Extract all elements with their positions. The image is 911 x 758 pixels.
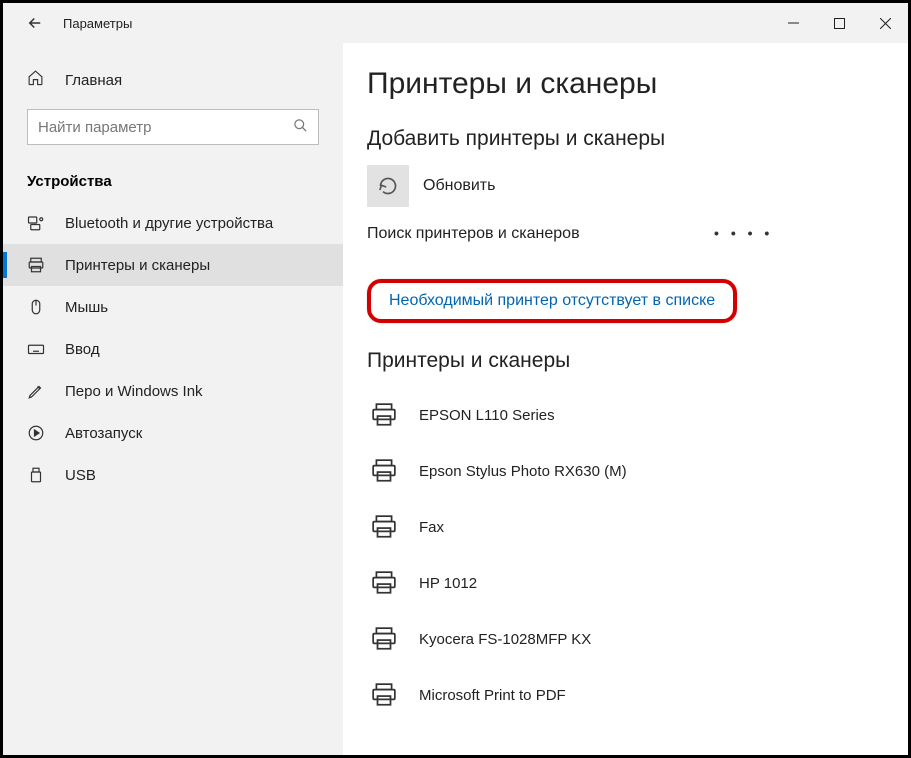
list-item[interactable]: HP 1012	[367, 555, 872, 611]
settings-window: Параметры Главная Найти параметр	[0, 0, 911, 758]
sidebar-item-usb[interactable]: USB	[3, 454, 343, 496]
list-item[interactable]: EPSON L110 Series	[367, 387, 872, 443]
status-text: Поиск принтеров и сканеров	[367, 225, 580, 242]
refresh-label: Обновить	[423, 177, 495, 195]
refresh-row: Обновить	[367, 165, 872, 207]
printer-icon	[367, 400, 401, 430]
sidebar-item-label: Принтеры и сканеры	[65, 257, 210, 274]
back-button[interactable]	[15, 3, 55, 43]
keyboard-icon	[27, 340, 47, 358]
list-item[interactable]: Microsoft Print to PDF	[367, 667, 872, 723]
mouse-icon	[27, 298, 47, 316]
pen-icon	[27, 382, 47, 400]
content: Принтеры и сканеры Добавить принтеры и с…	[343, 43, 908, 755]
close-button[interactable]	[862, 3, 908, 43]
printer-name: EPSON L110 Series	[419, 407, 555, 424]
search-status: Поиск принтеров и сканеров • • • •	[367, 225, 872, 243]
printer-name: Epson Stylus Photo RX630 (M)	[419, 463, 627, 480]
search-input[interactable]: Найти параметр	[27, 109, 319, 145]
printers-section-title: Принтеры и сканеры	[367, 349, 872, 373]
printers-list: EPSON L110 Series Epson Stylus Photo RX6…	[367, 387, 872, 723]
printer-name: HP 1012	[419, 575, 477, 592]
sidebar-item-label: Ввод	[65, 341, 100, 358]
sidebar-item-printers[interactable]: Принтеры и сканеры	[3, 244, 343, 286]
window-controls	[770, 3, 908, 43]
sidebar: Главная Найти параметр Устройства Blueto…	[3, 43, 343, 755]
printer-icon	[367, 456, 401, 486]
titlebar: Параметры	[3, 3, 908, 43]
minimize-button[interactable]	[770, 3, 816, 43]
printer-icon	[367, 624, 401, 654]
sidebar-item-label: Перо и Windows Ink	[65, 383, 203, 400]
sidebar-home-label: Главная	[65, 72, 122, 89]
printer-icon	[27, 256, 47, 274]
sidebar-item-autoplay[interactable]: Автозапуск	[3, 412, 343, 454]
autoplay-icon	[27, 424, 47, 442]
body: Главная Найти параметр Устройства Blueto…	[3, 43, 908, 755]
printer-icon	[367, 568, 401, 598]
loading-dots-icon: • • • •	[714, 225, 773, 241]
add-section-title: Добавить принтеры и сканеры	[367, 127, 872, 151]
sidebar-home[interactable]: Главная	[3, 61, 343, 99]
page-title: Принтеры и сканеры	[367, 67, 872, 101]
search-icon	[293, 118, 308, 137]
bluetooth-devices-icon	[27, 214, 47, 232]
printer-name: Fax	[419, 519, 444, 536]
maximize-button[interactable]	[816, 3, 862, 43]
list-item[interactable]: Epson Stylus Photo RX630 (M)	[367, 443, 872, 499]
sidebar-item-pen[interactable]: Перо и Windows Ink	[3, 370, 343, 412]
sidebar-category: Устройства	[3, 163, 343, 202]
sidebar-item-label: Bluetooth и другие устройства	[65, 215, 273, 232]
sidebar-item-bluetooth[interactable]: Bluetooth и другие устройства	[3, 202, 343, 244]
printer-icon	[367, 512, 401, 542]
sidebar-item-label: Автозапуск	[65, 425, 142, 442]
refresh-button[interactable]	[367, 165, 409, 207]
printer-name: Microsoft Print to PDF	[419, 687, 566, 704]
search-placeholder: Найти параметр	[38, 119, 293, 136]
sidebar-item-label: USB	[65, 467, 96, 484]
printer-not-listed-link[interactable]: Необходимый принтер отсутствует в списке	[367, 279, 737, 323]
printer-name: Kyocera FS-1028MFP KX	[419, 631, 591, 648]
printer-icon	[367, 680, 401, 710]
home-icon	[27, 69, 47, 91]
window-title: Параметры	[63, 16, 132, 31]
sidebar-item-typing[interactable]: Ввод	[3, 328, 343, 370]
list-item[interactable]: Kyocera FS-1028MFP KX	[367, 611, 872, 667]
sidebar-item-label: Мышь	[65, 299, 108, 316]
usb-icon	[27, 466, 47, 484]
list-item[interactable]: Fax	[367, 499, 872, 555]
sidebar-item-mouse[interactable]: Мышь	[3, 286, 343, 328]
